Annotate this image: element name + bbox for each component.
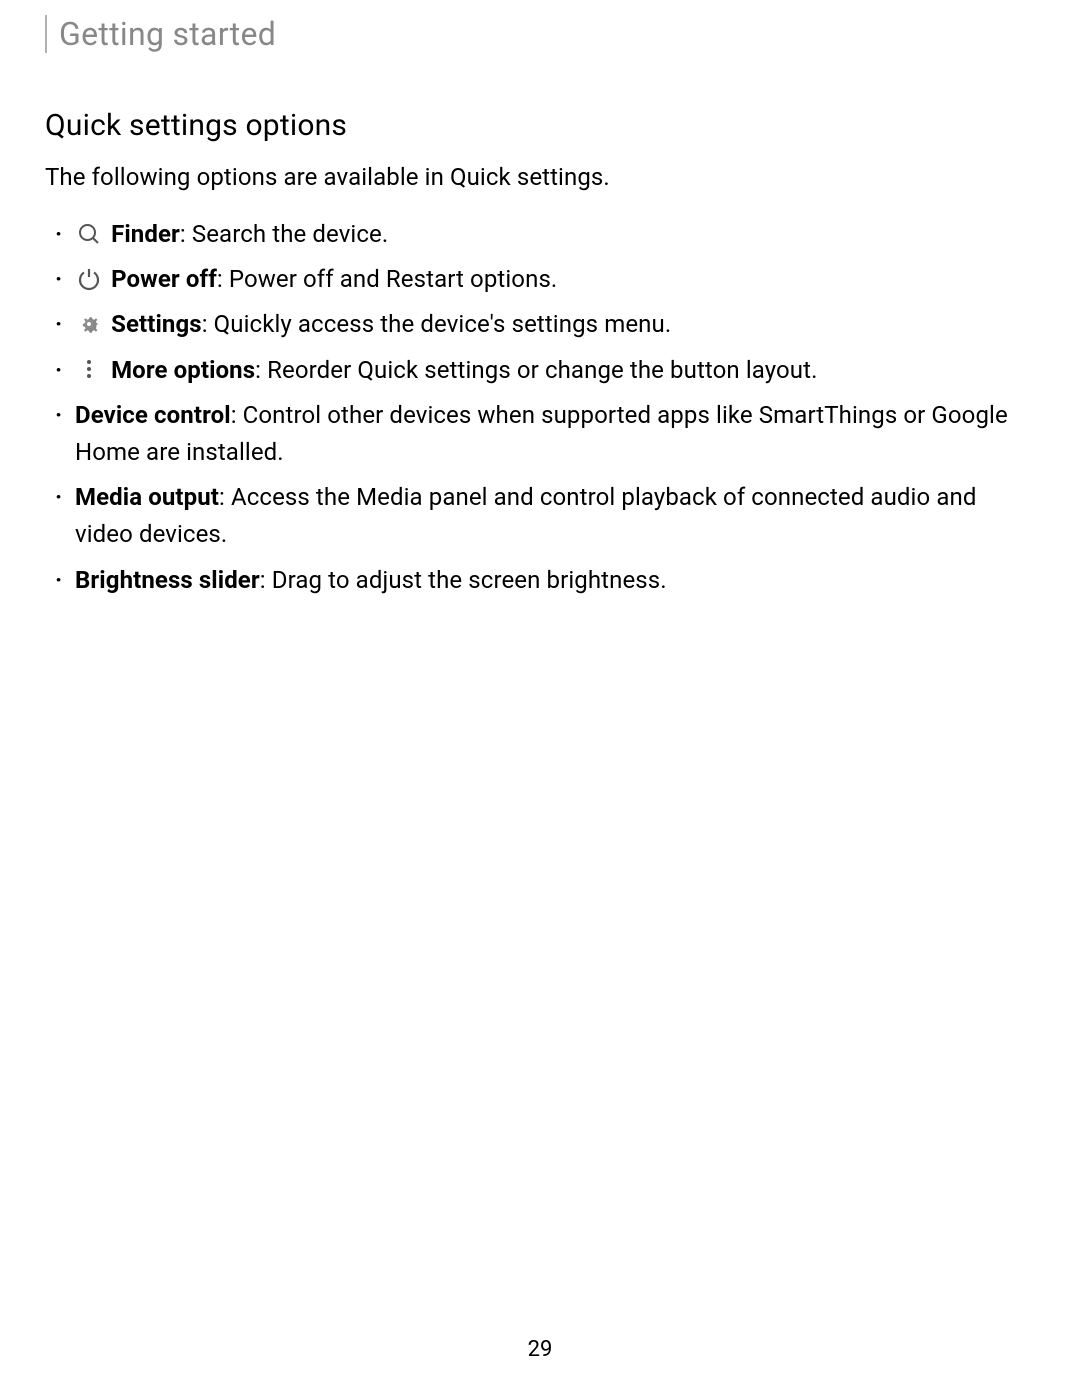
- option-label: Settings: [111, 310, 202, 338]
- option-label: Brightness slider: [75, 566, 260, 594]
- option-label: Device control: [75, 401, 231, 429]
- header-section-title: Getting started: [59, 15, 1025, 53]
- option-label: More options: [111, 356, 255, 384]
- option-power-off: Power off: Power off and Restart options…: [75, 261, 1025, 298]
- option-finder: Finder: Search the device.: [75, 216, 1025, 253]
- page-number: 29: [0, 1337, 1080, 1362]
- option-desc: : Power off and Restart options.: [217, 265, 557, 293]
- intro-paragraph: The following options are available in Q…: [45, 163, 1025, 191]
- option-desc: : Search the device.: [180, 220, 388, 248]
- option-brightness: Brightness slider: Drag to adjust the sc…: [75, 562, 1025, 599]
- option-device-control: Device control: Control other devices wh…: [75, 397, 1025, 471]
- option-desc: : Reorder Quick settings or change the b…: [255, 356, 817, 384]
- search-icon: [77, 222, 101, 246]
- option-more: More options: Reorder Quick settings or …: [75, 352, 1025, 389]
- page-header: Getting started: [45, 15, 1025, 53]
- section-heading: Quick settings options: [45, 108, 1025, 143]
- option-desc: : Drag to adjust the screen brightness.: [260, 566, 667, 594]
- option-label: Power off: [111, 265, 217, 293]
- gear-icon: [77, 312, 101, 336]
- option-media-output: Media output: Access the Media panel and…: [75, 479, 1025, 553]
- option-desc: : Quickly access the device's settings m…: [202, 310, 672, 338]
- more-icon: [77, 357, 101, 381]
- option-label: Finder: [111, 220, 180, 248]
- option-label: Media output: [75, 483, 219, 511]
- option-settings: Settings: Quickly access the device's se…: [75, 306, 1025, 343]
- power-icon: [77, 267, 101, 291]
- options-list: Finder: Search the device. Power off: Po…: [45, 216, 1025, 599]
